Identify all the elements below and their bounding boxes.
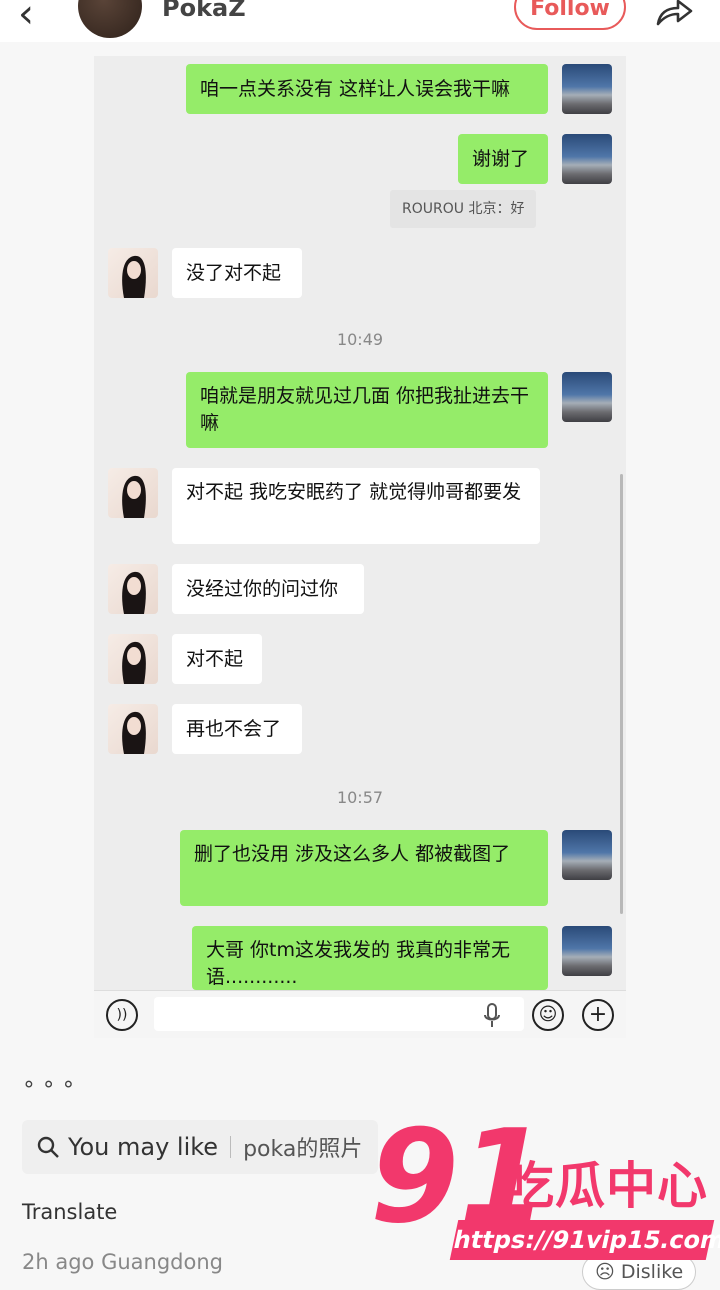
share-icon[interactable] bbox=[654, 0, 694, 28]
author-username[interactable]: PokaZ bbox=[162, 0, 246, 22]
chat-bubble-received: 对不起 bbox=[172, 634, 262, 684]
watermark-text: 吃瓜中心 bbox=[504, 1157, 708, 1215]
avatar-receiver bbox=[108, 634, 158, 684]
emoji-icon[interactable]: ☺ bbox=[532, 999, 564, 1031]
avatar-receiver bbox=[108, 704, 158, 754]
chat-bubble-sent: 大哥 你tm这发我发的 我真的非常无语............ bbox=[192, 926, 548, 990]
chat-bubble-received: 没经过你的问过你 bbox=[172, 564, 364, 614]
timestamp: 10:57 bbox=[336, 788, 384, 807]
watermark: 91 吃瓜中心 https://91vip15.com bbox=[370, 1108, 720, 1272]
avatar-receiver bbox=[108, 248, 158, 298]
message-input[interactable] bbox=[154, 997, 524, 1031]
avatar-receiver bbox=[108, 564, 158, 614]
top-bar: ‹ PokaZ Follow bbox=[0, 0, 720, 42]
avatar-sender bbox=[562, 134, 612, 184]
avatar-receiver bbox=[108, 468, 158, 518]
you-may-like-search[interactable]: You may like poka的照片 bbox=[22, 1120, 379, 1174]
timestamp: 10:49 bbox=[336, 330, 384, 349]
avatar-sender bbox=[562, 926, 612, 976]
avatar-sender bbox=[562, 64, 612, 114]
divider bbox=[230, 1136, 232, 1158]
chat-input-bar: )) ☺ + bbox=[94, 990, 626, 1038]
chat-bubble-sent: 咱就是朋友就见过几面 你把我扯进去干嘛 bbox=[186, 372, 548, 448]
add-icon[interactable]: + bbox=[582, 999, 614, 1031]
avatar-sender bbox=[562, 372, 612, 422]
author-avatar[interactable] bbox=[78, 0, 142, 38]
microphone-icon[interactable] bbox=[482, 1003, 502, 1029]
watermark-url: https://91vip15.com bbox=[449, 1220, 720, 1260]
chat-bubble-received: 再也不会了 bbox=[172, 704, 302, 754]
avatar-sender bbox=[562, 830, 612, 880]
search-label: You may like bbox=[68, 1133, 219, 1161]
chat-bubble-sent: 谢谢了 bbox=[458, 134, 548, 184]
chat-bubble-sent: 咱一点关系没有 这样让人误会我干嘛 bbox=[186, 64, 548, 114]
scrollbar[interactable] bbox=[620, 474, 623, 914]
search-icon bbox=[37, 1136, 59, 1158]
back-arrow-icon[interactable]: ‹ bbox=[18, 0, 34, 34]
post-meta: 2h ago Guangdong bbox=[22, 1250, 223, 1274]
follow-button[interactable]: Follow bbox=[514, 0, 626, 30]
chat-bubble-sent: 删了也没用 涉及这么多人 都被截图了 bbox=[180, 830, 548, 906]
chat-bubble-received: 对不起 我吃安眠药了 就觉得帅哥都要发 bbox=[172, 468, 540, 544]
chat-screenshot: 咱一点关系没有 这样让人误会我干嘛 谢谢了 ROUROU 北京：好 没了对不起 … bbox=[94, 56, 626, 1038]
translate-link[interactable]: Translate bbox=[22, 1200, 117, 1224]
voice-icon[interactable]: )) bbox=[106, 999, 138, 1031]
quoted-message: ROUROU 北京：好 bbox=[390, 190, 537, 228]
search-query: poka的照片 bbox=[243, 1137, 363, 1162]
chat-bubble-received: 没了对不起 bbox=[172, 248, 302, 298]
image-indicator-dots: ∘∘∘ bbox=[22, 1072, 82, 1097]
